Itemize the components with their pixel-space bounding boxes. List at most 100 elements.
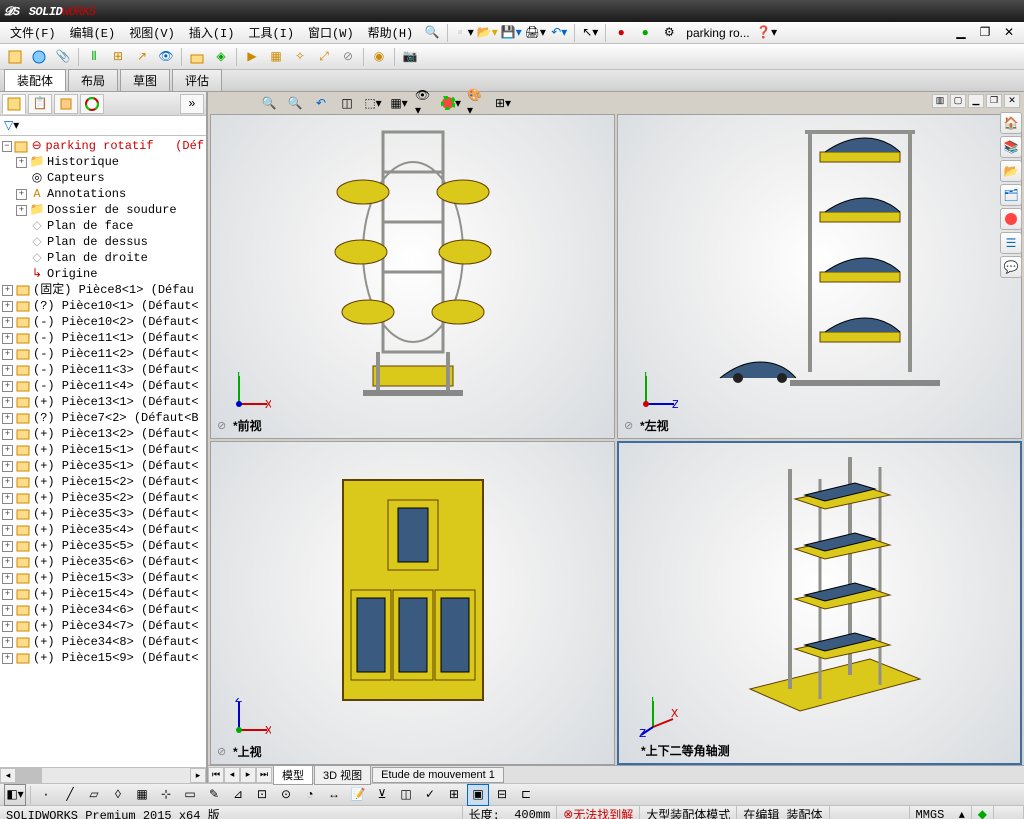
filter-surface-icon[interactable]: ◊ (107, 784, 129, 806)
rebuild-green-icon[interactable]: ● (634, 24, 656, 42)
filter-dim-icon[interactable]: ↔ (323, 784, 345, 806)
viewport-isometric[interactable]: Y X Z *上下二等角轴测 (617, 441, 1022, 766)
tab-assembly[interactable]: 装配体 (4, 69, 66, 91)
expand-icon[interactable]: + (2, 605, 13, 616)
expand-icon[interactable]: + (2, 637, 13, 648)
move-component-icon[interactable]: ↗ (131, 46, 153, 68)
new-doc-icon[interactable]: ▫️▾ (452, 24, 474, 42)
options-icon[interactable]: ⚙ (658, 24, 680, 42)
exploded-view-icon[interactable]: ✧ (289, 46, 311, 68)
window-close-icon[interactable]: ✕ (998, 24, 1020, 42)
menu-tools[interactable]: 工具(I) (242, 22, 300, 43)
file-explorer-icon[interactable]: 📂 (1000, 160, 1022, 182)
tab-nav-next-icon[interactable]: ▸ (240, 767, 256, 783)
expand-icon[interactable]: + (16, 157, 27, 168)
expand-icon[interactable]: + (2, 413, 13, 424)
new-motion-icon[interactable]: ▶ (241, 46, 263, 68)
open-doc-icon[interactable]: 📂▾ (476, 24, 498, 42)
print-icon[interactable]: 🖨▾ (524, 24, 546, 42)
filter-block-icon[interactable]: ▣ (467, 784, 489, 806)
tree-part-item[interactable]: +(+) Pièce15<2> (Défaut< (2, 474, 204, 490)
panel-expand-icon[interactable]: » (180, 94, 204, 114)
tree-part-item[interactable]: +(-) Pièce11<4> (Défaut< (2, 378, 204, 394)
show-hidden-icon[interactable]: 👁 (155, 46, 177, 68)
tree-scrollbar-horizontal[interactable]: ◂ ▸ (0, 767, 206, 783)
filter-sketch-icon[interactable]: ✎ (203, 784, 225, 806)
tree-annotations[interactable]: +AAnnotations (2, 186, 204, 202)
expand-icon[interactable]: + (2, 541, 13, 552)
tab-sketch[interactable]: 草图 (120, 69, 170, 91)
sw-resources-icon[interactable]: 🏠 (1000, 112, 1022, 134)
view-orientation-icon[interactable]: ⬚▾ (362, 92, 384, 114)
tree-part-item[interactable]: +(?) Pièce7<2> (Défaut<B (2, 410, 204, 426)
expand-icon[interactable]: + (2, 349, 13, 360)
tree-sensors[interactable]: ◎Capteurs (2, 170, 204, 186)
filter-edge-icon[interactable]: ╱ (59, 784, 81, 806)
menu-window[interactable]: 窗口(W) (302, 22, 360, 43)
filter-axis-icon[interactable]: ⊹ (155, 784, 177, 806)
tree-part-item[interactable]: +(+) Pièce13<1> (Défaut< (2, 394, 204, 410)
tree-part-item[interactable]: +(-) Pièce11<1> (Défaut< (2, 330, 204, 346)
scroll-left-icon[interactable]: ◂ (0, 768, 16, 783)
expand-icon[interactable]: + (2, 461, 13, 472)
tree-part-item[interactable]: +(+) Pièce15<3> (Défaut< (2, 570, 204, 586)
link-views-icon[interactable]: ⊘ (217, 419, 226, 433)
tree-root[interactable]: − ⊖ parking rotatif (Déf (2, 138, 204, 154)
hide-show-icon[interactable]: 👁▾ (414, 92, 436, 114)
filter-center-icon[interactable]: ⊙ (275, 784, 297, 806)
tab-evaluate[interactable]: 评估 (172, 69, 222, 91)
tree-part-item[interactable]: +(+) Pièce15<1> (Défaut< (2, 442, 204, 458)
expand-icon[interactable]: + (2, 621, 13, 632)
mate-icon[interactable] (28, 46, 50, 68)
vp-single-icon[interactable]: ▢ (950, 94, 966, 108)
tab-nav-last-icon[interactable]: ⏭ (256, 767, 272, 783)
snapshot-icon[interactable]: 📷 (399, 46, 421, 68)
display-style-icon[interactable]: ▦▾ (388, 92, 410, 114)
expand-icon[interactable]: + (2, 397, 13, 408)
help-balloon-icon[interactable]: ❓▾ (756, 24, 778, 42)
expand-icon[interactable]: + (2, 653, 13, 664)
tree-plane-top[interactable]: ◇Plan de dessus (2, 234, 204, 250)
interference-icon[interactable]: ⊘ (337, 46, 359, 68)
expand-icon[interactable]: + (2, 525, 13, 536)
tree-part-item[interactable]: +(-) Pièce10<2> (Défaut< (2, 314, 204, 330)
zoom-area-icon[interactable]: 🔍 (284, 92, 306, 114)
filter-midpoint-icon[interactable]: ⊡ (251, 784, 273, 806)
section-view-icon[interactable]: ◫ (336, 92, 358, 114)
smart-fasteners-icon[interactable]: ⊞ (107, 46, 129, 68)
reference-geom-icon[interactable]: ◈ (210, 46, 232, 68)
tree-part-item[interactable]: +(+) Pièce13<2> (Défaut< (2, 426, 204, 442)
view-settings-icon[interactable]: ⊞▾ (492, 92, 514, 114)
expand-icon[interactable]: + (2, 477, 13, 488)
apply-scene-icon[interactable]: 🎨▾ (466, 92, 488, 114)
filter-sf-icon[interactable]: ✓ (419, 784, 441, 806)
scroll-right-icon[interactable]: ▸ (190, 768, 206, 783)
link-views-icon[interactable]: ⊘ (624, 419, 633, 433)
filter-plane-icon[interactable]: ▭ (179, 784, 201, 806)
tree-part-item[interactable]: +(+) Pièce34<7> (Défaut< (2, 618, 204, 634)
tab-layout[interactable]: 布局 (68, 69, 118, 91)
expand-icon[interactable]: + (2, 301, 13, 312)
menu-file[interactable]: 文件(F) (4, 22, 62, 43)
expand-icon[interactable]: + (2, 573, 13, 584)
viewport-top[interactable]: ZX ⊘ *上视 (210, 441, 615, 766)
vp-maximize-icon[interactable]: ❐ (986, 94, 1002, 108)
filter-face-icon[interactable]: ▱ (83, 784, 105, 806)
select-icon[interactable]: ↖▾ (579, 24, 601, 42)
status-units[interactable]: MMGS ▴ (910, 806, 972, 819)
tree-part-item[interactable]: +(固定) Pièce8<1> (Défau (2, 282, 204, 298)
feature-tree-tab-icon[interactable] (2, 94, 26, 114)
tree-part-item[interactable]: +(+) Pièce35<1> (Défaut< (2, 458, 204, 474)
tree-plane-front[interactable]: ◇Plan de face (2, 218, 204, 234)
expand-icon[interactable]: + (2, 381, 13, 392)
feature-tree[interactable]: − ⊖ parking rotatif (Déf +📁Historique ◎C… (0, 136, 206, 767)
menu-view[interactable]: 视图(V) (123, 22, 181, 43)
filter-note-icon[interactable]: 📝 (347, 784, 369, 806)
rebuild-red-icon[interactable]: ● (610, 24, 632, 42)
custom-props-icon[interactable]: ☰ (1000, 232, 1022, 254)
view-palette-icon[interactable]: 🗂 (1000, 184, 1022, 206)
tree-filter-row[interactable]: ▽▾ (0, 116, 206, 136)
expand-icon[interactable]: + (2, 365, 13, 376)
tree-part-item[interactable]: +(+) Pièce34<6> (Défaut< (2, 602, 204, 618)
link-views-icon[interactable]: ⊘ (217, 745, 226, 759)
